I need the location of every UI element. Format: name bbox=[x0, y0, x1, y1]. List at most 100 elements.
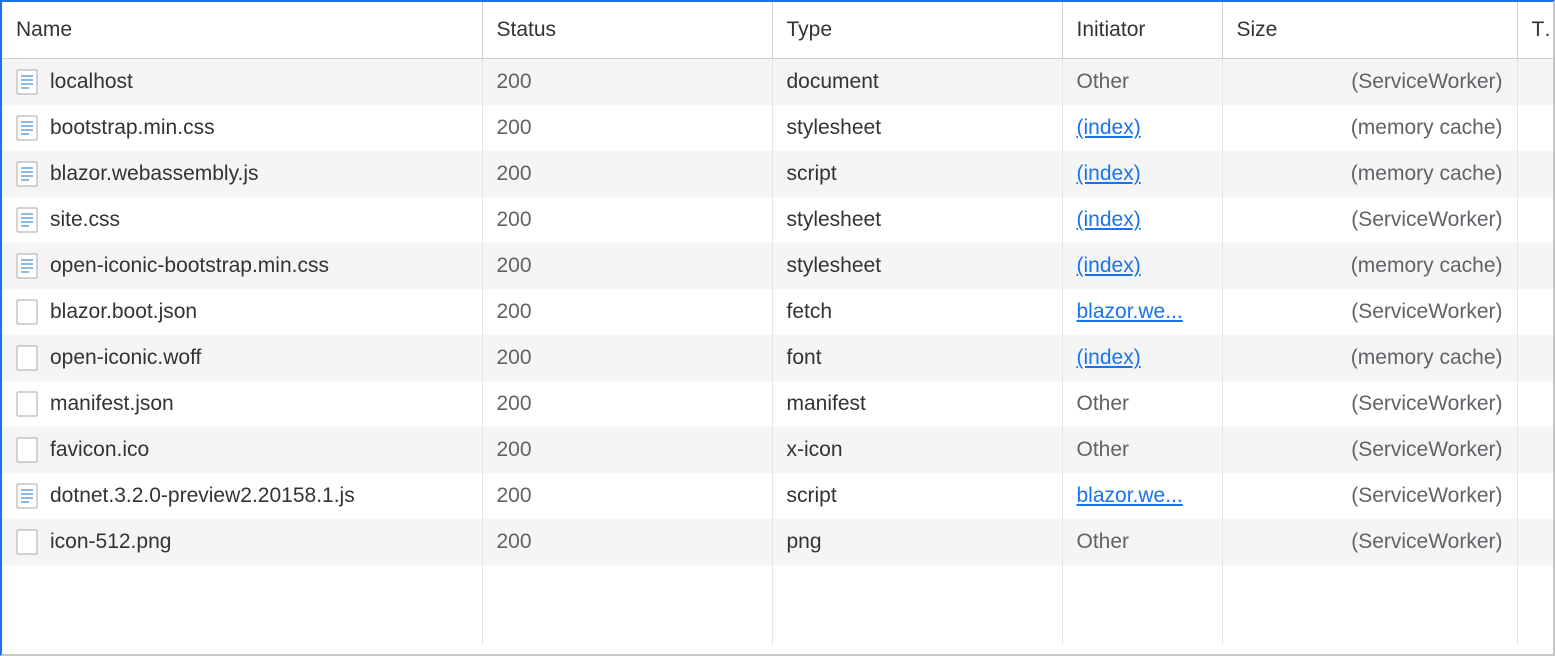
column-header-time[interactable]: Tim bbox=[1517, 2, 1555, 59]
request-name: site.css bbox=[50, 208, 120, 232]
cell-initiator: Other bbox=[1062, 381, 1222, 427]
initiator-link[interactable]: (index) bbox=[1077, 116, 1141, 139]
cell-status: 200 bbox=[482, 335, 772, 381]
table-row[interactable]: blazor.boot.json 200fetch blazor.we... (Ser… bbox=[2, 289, 1555, 335]
initiator-link[interactable]: (index) bbox=[1077, 162, 1141, 185]
request-name: bootstrap.min.css bbox=[50, 116, 215, 140]
cell-name[interactable]: open-iconic-bootstrap.min.css bbox=[2, 243, 482, 289]
initiator-text: Other bbox=[1077, 438, 1130, 461]
cell-time bbox=[1517, 427, 1555, 473]
cell-initiator[interactable]: (index) bbox=[1062, 105, 1222, 151]
cell-initiator[interactable]: (index) bbox=[1062, 243, 1222, 289]
cell-type: fetch bbox=[772, 289, 1062, 335]
cell-initiator[interactable]: blazor.we... bbox=[1062, 289, 1222, 335]
file-icon bbox=[16, 207, 38, 233]
table-row[interactable]: site.css 200stylesheet (index) (ServiceWork… bbox=[2, 197, 1555, 243]
request-name: favicon.ico bbox=[50, 438, 149, 462]
request-name: dotnet.3.2.0-preview2.20158.1.js bbox=[50, 484, 355, 508]
cell-name[interactable]: dotnet.3.2.0-preview2.20158.1.js bbox=[2, 473, 482, 519]
table-row[interactable]: manifest.json200manifest Other (ServiceWor… bbox=[2, 381, 1555, 427]
cell-status: 200 bbox=[482, 289, 772, 335]
table-row[interactable]: dotnet.3.2.0-preview2.20158.1.js 200scrip… bbox=[2, 473, 1555, 519]
table-row[interactable]: blazor.webassembly.js200script (index) (me… bbox=[2, 151, 1555, 197]
cell-name[interactable]: blazor.boot.json bbox=[2, 289, 482, 335]
cell-size: (ServiceWorker) bbox=[1222, 381, 1517, 427]
table-row[interactable]: open-iconic-bootstrap.min.css 200styleshe… bbox=[2, 243, 1555, 289]
cell-status: 200 bbox=[482, 519, 772, 565]
initiator-link[interactable]: blazor.we... bbox=[1077, 300, 1183, 323]
cell-size: (memory cache) bbox=[1222, 335, 1517, 381]
cell-initiator: Other bbox=[1062, 427, 1222, 473]
request-name: icon-512.png bbox=[50, 530, 171, 554]
cell-time bbox=[1517, 197, 1555, 243]
cell-size: (ServiceWorker) bbox=[1222, 473, 1517, 519]
initiator-text: Other bbox=[1077, 392, 1130, 415]
cell-type: script bbox=[772, 473, 1062, 519]
cell-time bbox=[1517, 151, 1555, 197]
request-name: localhost bbox=[50, 70, 133, 94]
cell-status: 200 bbox=[482, 381, 772, 427]
table-row[interactable]: localhost200documentOther(ServiceWorker) bbox=[2, 59, 1555, 106]
cell-time bbox=[1517, 289, 1555, 335]
cell-initiator: Other bbox=[1062, 59, 1222, 106]
file-icon bbox=[16, 529, 38, 555]
cell-time bbox=[1517, 519, 1555, 565]
cell-initiator: Other bbox=[1062, 519, 1222, 565]
cell-name[interactable]: blazor.webassembly.js bbox=[2, 151, 482, 197]
initiator-link[interactable]: blazor.we... bbox=[1077, 484, 1183, 507]
table-row[interactable]: open-iconic.woff200font(index)(memory ca… bbox=[2, 335, 1555, 381]
network-panel: Name Status Type Initiator Size Tim loca… bbox=[0, 0, 1555, 656]
cell-name[interactable]: bootstrap.min.css bbox=[2, 105, 482, 151]
request-name: blazor.boot.json bbox=[50, 300, 197, 324]
table-row[interactable]: favicon.ico200x-iconOther(ServiceWorker) bbox=[2, 427, 1555, 473]
file-icon bbox=[16, 437, 38, 463]
initiator-link[interactable]: (index) bbox=[1077, 346, 1141, 369]
cell-size: (ServiceWorker) bbox=[1222, 197, 1517, 243]
cell-type: stylesheet bbox=[772, 243, 1062, 289]
cell-name[interactable]: site.css bbox=[2, 197, 482, 243]
initiator-link[interactable]: (index) bbox=[1077, 208, 1141, 231]
column-header-name[interactable]: Name bbox=[2, 2, 482, 59]
table-empty-area bbox=[2, 565, 1555, 645]
table-header-row: Name Status Type Initiator Size Tim bbox=[2, 2, 1555, 59]
table-row[interactable]: bootstrap.min.css200stylesheet(index)(me… bbox=[2, 105, 1555, 151]
cell-type: stylesheet bbox=[772, 197, 1062, 243]
file-icon bbox=[16, 391, 38, 417]
file-icon bbox=[16, 161, 38, 187]
initiator-link[interactable]: (index) bbox=[1077, 254, 1141, 277]
cell-type: x-icon bbox=[772, 427, 1062, 473]
cell-name[interactable]: icon-512.png bbox=[2, 519, 482, 565]
cell-status: 200 bbox=[482, 473, 772, 519]
cell-initiator[interactable]: (index) bbox=[1062, 151, 1222, 197]
cell-status: 200 bbox=[482, 151, 772, 197]
cell-size: (ServiceWorker) bbox=[1222, 59, 1517, 106]
cell-initiator[interactable]: blazor.we... bbox=[1062, 473, 1222, 519]
file-icon bbox=[16, 345, 38, 371]
cell-name[interactable]: localhost bbox=[2, 59, 482, 106]
cell-status: 200 bbox=[482, 243, 772, 289]
cell-size: (memory cache) bbox=[1222, 151, 1517, 197]
cell-time bbox=[1517, 243, 1555, 289]
cell-name[interactable]: manifest.json bbox=[2, 381, 482, 427]
cell-name[interactable]: favicon.ico bbox=[2, 427, 482, 473]
file-icon bbox=[16, 253, 38, 279]
cell-initiator[interactable]: (index) bbox=[1062, 335, 1222, 381]
cell-type: script bbox=[772, 151, 1062, 197]
table-row[interactable]: icon-512.png200pngOther(ServiceWorker) bbox=[2, 519, 1555, 565]
column-header-type[interactable]: Type bbox=[772, 2, 1062, 59]
request-name: open-iconic-bootstrap.min.css bbox=[50, 254, 329, 278]
cell-time bbox=[1517, 105, 1555, 151]
cell-time bbox=[1517, 381, 1555, 427]
cell-initiator[interactable]: (index) bbox=[1062, 197, 1222, 243]
cell-size: (ServiceWorker) bbox=[1222, 289, 1517, 335]
cell-status: 200 bbox=[482, 197, 772, 243]
cell-time bbox=[1517, 59, 1555, 106]
column-header-size[interactable]: Size bbox=[1222, 2, 1517, 59]
file-icon bbox=[16, 483, 38, 509]
cell-type: manifest bbox=[772, 381, 1062, 427]
cell-name[interactable]: open-iconic.woff bbox=[2, 335, 482, 381]
column-header-status[interactable]: Status bbox=[482, 2, 772, 59]
initiator-text: Other bbox=[1077, 70, 1130, 93]
network-requests-table: Name Status Type Initiator Size Tim loca… bbox=[2, 2, 1555, 645]
column-header-initiator[interactable]: Initiator bbox=[1062, 2, 1222, 59]
